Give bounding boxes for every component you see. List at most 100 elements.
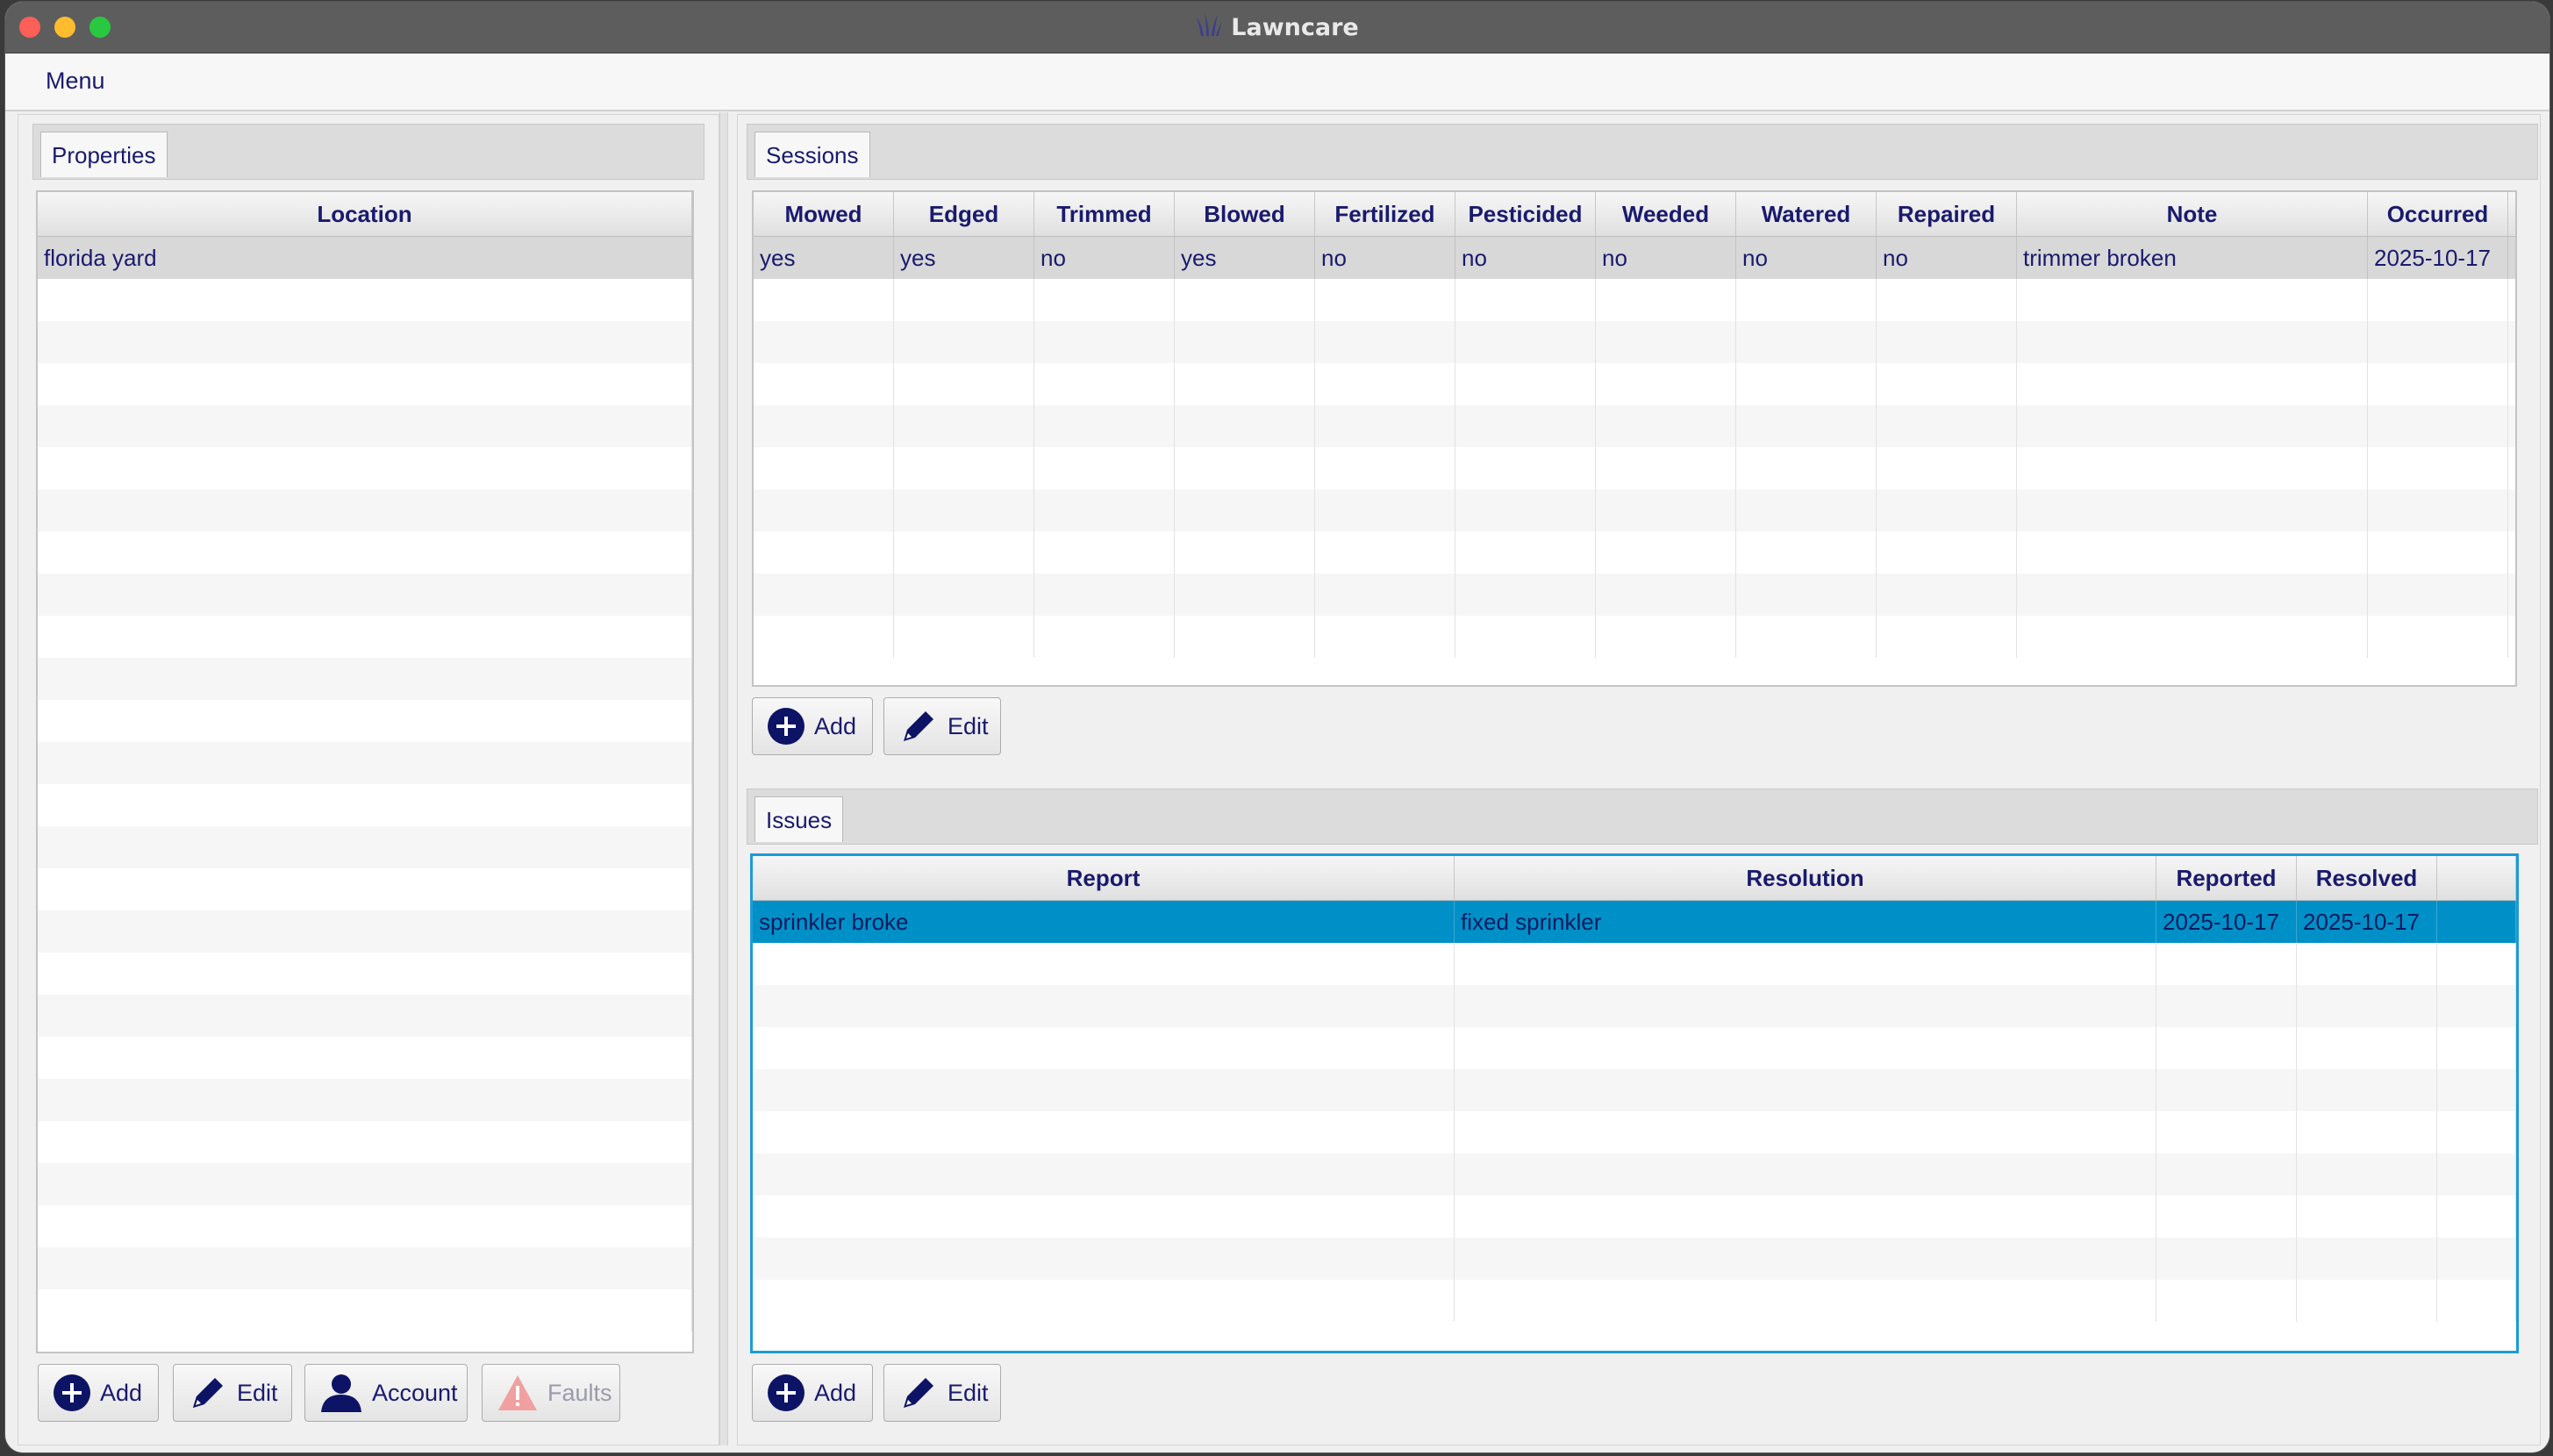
table-cell — [1877, 532, 2017, 574]
table-row[interactable] — [38, 574, 692, 616]
table-cell — [1877, 616, 2017, 658]
table-row[interactable] — [38, 1079, 692, 1121]
table-row[interactable] — [754, 532, 2515, 574]
column-header-mowed[interactable]: Mowed — [754, 192, 894, 236]
table-cell — [2437, 985, 2516, 1027]
table-row[interactable]: sprinkler broke fixed sprinkler 2025-10-17… — [753, 901, 2516, 943]
table-row[interactable] — [38, 1163, 692, 1205]
table-row[interactable] — [38, 1121, 692, 1163]
table-row[interactable] — [754, 363, 2515, 405]
table-cell: no — [1034, 237, 1175, 279]
column-header-trimmed[interactable]: Trimmed — [1034, 192, 1175, 236]
column-header-note[interactable]: Note — [2017, 192, 2368, 236]
column-header-occurred[interactable]: Occurred — [2368, 192, 2508, 236]
table-cell — [1596, 279, 1736, 321]
table-row[interactable] — [38, 868, 692, 910]
table-cell — [1315, 405, 1455, 447]
table-row[interactable] — [38, 363, 692, 405]
table-cell — [894, 489, 1034, 532]
table-row[interactable] — [38, 532, 692, 574]
table-row[interactable] — [753, 1069, 2516, 1111]
column-header-blowed[interactable]: Blowed — [1175, 192, 1315, 236]
column-header-report[interactable]: Report — [753, 856, 1455, 900]
table-row[interactable] — [38, 279, 692, 321]
table-row[interactable] — [38, 995, 692, 1037]
column-header-resolved[interactable]: Resolved — [2297, 856, 2437, 900]
table-row[interactable] — [38, 616, 692, 658]
table-row[interactable] — [38, 321, 692, 363]
table-row[interactable] — [38, 1205, 692, 1247]
table-row[interactable] — [38, 953, 692, 995]
table-cell — [2368, 574, 2508, 616]
column-header-repaired[interactable]: Repaired — [1877, 192, 2017, 236]
table-row[interactable] — [38, 1247, 692, 1289]
table-row[interactable] — [753, 1280, 2516, 1322]
table-row[interactable] — [38, 700, 692, 742]
column-header-reported[interactable]: Reported — [2156, 856, 2297, 900]
table-row[interactable] — [38, 489, 692, 532]
table-row[interactable] — [38, 784, 692, 826]
edit-session-button[interactable]: Edit — [883, 697, 1001, 755]
table-row[interactable] — [38, 405, 692, 447]
column-header-pesticided[interactable]: Pesticided — [1455, 192, 1596, 236]
table-cell — [38, 1205, 692, 1247]
add-property-button[interactable]: Add — [38, 1364, 159, 1422]
tab-sessions[interactable]: Sessions — [754, 132, 870, 177]
column-header-edged[interactable]: Edged — [894, 192, 1034, 236]
table-row[interactable] — [754, 405, 2515, 447]
faults-button-label: Faults — [547, 1379, 612, 1406]
column-header-location[interactable]: Location — [38, 192, 692, 236]
table-row[interactable] — [38, 447, 692, 489]
table-row[interactable] — [38, 826, 692, 868]
table-cell: no — [1877, 237, 2017, 279]
table-cell — [2437, 901, 2516, 943]
table-row[interactable] — [754, 616, 2515, 658]
table-row[interactable]: florida yard — [38, 237, 692, 279]
table-row[interactable] — [753, 985, 2516, 1027]
table-row[interactable] — [754, 489, 2515, 532]
table-row[interactable] — [753, 1195, 2516, 1238]
add-issue-button[interactable]: Add — [752, 1364, 873, 1422]
table-cell: trimmer broken — [2017, 237, 2368, 279]
add-session-button[interactable]: Add — [752, 697, 873, 755]
table-cell — [1736, 363, 1877, 405]
table-row[interactable] — [753, 1111, 2516, 1153]
table-cell: yes — [754, 237, 894, 279]
column-header-weeded[interactable]: Weeded — [1596, 192, 1736, 236]
column-header-resolution[interactable]: Resolution — [1455, 856, 2156, 900]
sessions-table-header: Mowed Edged Trimmed Blowed Fertilized Pestici… — [754, 192, 2515, 237]
table-row[interactable] — [753, 1238, 2516, 1280]
account-button[interactable]: Account — [304, 1364, 468, 1422]
edit-property-button-label: Edit — [237, 1379, 278, 1406]
table-row[interactable] — [754, 574, 2515, 616]
split-pane-divider[interactable] — [719, 112, 728, 1445]
table-row[interactable] — [753, 1153, 2516, 1195]
table-row[interactable] — [754, 279, 2515, 321]
edit-issue-button[interactable]: Edit — [883, 1364, 1001, 1422]
edit-property-button[interactable]: Edit — [173, 1364, 292, 1422]
table-row[interactable] — [38, 910, 692, 953]
column-header-watered[interactable]: Watered — [1736, 192, 1877, 236]
table-row[interactable] — [753, 1027, 2516, 1069]
table-cell — [2017, 405, 2368, 447]
table-cell — [1596, 574, 1736, 616]
table-row[interactable] — [38, 742, 692, 784]
table-cell — [38, 363, 692, 405]
pencil-icon — [904, 1378, 933, 1408]
table-row[interactable] — [753, 943, 2516, 985]
faults-button[interactable]: Faults — [482, 1364, 620, 1422]
table-cell: yes — [1175, 237, 1315, 279]
column-header-fertilized[interactable]: Fertilized — [1315, 192, 1455, 236]
table-row[interactable] — [754, 321, 2515, 363]
table-row[interactable] — [38, 1037, 692, 1079]
table-cell — [1315, 532, 1455, 574]
table-cell — [754, 279, 894, 321]
menu-item-menu[interactable]: Menu — [46, 68, 105, 95]
table-row[interactable] — [38, 658, 692, 700]
table-row[interactable]: yes yes no yes no no no no no trimmer broken 2025-… — [754, 237, 2515, 279]
tab-properties[interactable]: Properties — [40, 132, 168, 177]
table-row[interactable] — [754, 447, 2515, 489]
table-row[interactable] — [38, 1289, 692, 1331]
table-cell — [1455, 405, 1596, 447]
tab-issues[interactable]: Issues — [754, 796, 844, 842]
